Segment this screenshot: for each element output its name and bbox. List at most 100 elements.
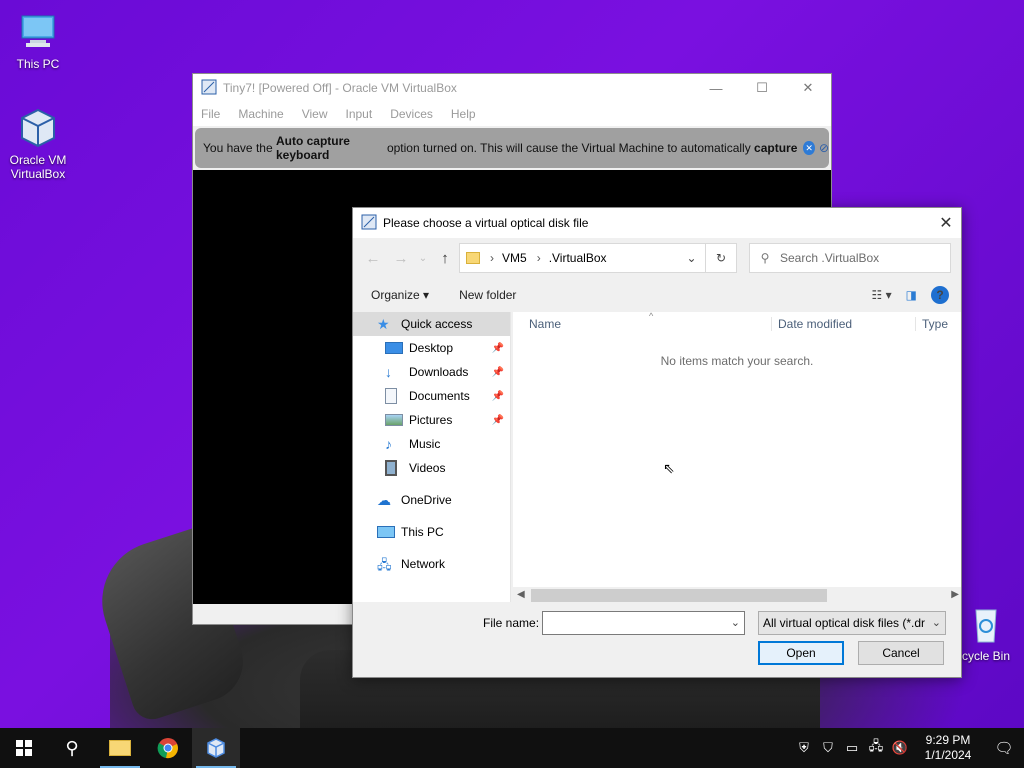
column-name-header[interactable]: Name ^ bbox=[513, 311, 771, 331]
menu-help[interactable]: Help bbox=[451, 107, 476, 121]
film-icon bbox=[385, 460, 397, 476]
column-label: Name bbox=[529, 316, 562, 331]
security-alert-icon[interactable]: ⛨ bbox=[792, 740, 816, 756]
menu-machine[interactable]: Machine bbox=[238, 107, 283, 121]
clock-time: 9:29 PM bbox=[925, 733, 971, 747]
volume-muted-icon[interactable]: 🔇 bbox=[888, 740, 912, 756]
file-list-pane[interactable]: Name ^ Date modified Type No items match… bbox=[513, 311, 961, 602]
pin-icon[interactable]: 📌 bbox=[492, 415, 504, 426]
taskbar-virtualbox[interactable] bbox=[192, 728, 240, 768]
pin-icon[interactable]: 📌 bbox=[492, 343, 504, 354]
address-bar[interactable]: › VM5 › .VirtualBox ⌄ ↻ bbox=[459, 243, 737, 273]
chevron-down-icon[interactable]: ⌄ bbox=[929, 616, 941, 629]
scroll-left-icon[interactable]: ◀ bbox=[517, 589, 525, 600]
chevron-down-icon[interactable]: ⌄ bbox=[731, 616, 740, 629]
taskbar-file-explorer[interactable] bbox=[96, 728, 144, 768]
notification-center-icon[interactable]: 🗨 bbox=[984, 739, 1024, 757]
chrome-icon bbox=[157, 738, 178, 759]
open-button[interactable]: Open bbox=[758, 641, 844, 665]
pin-icon[interactable]: 📌 bbox=[492, 391, 504, 402]
menu-devices[interactable]: Devices bbox=[390, 107, 433, 121]
monitor-icon bbox=[377, 526, 395, 538]
menu-input[interactable]: Input bbox=[346, 107, 373, 121]
info-close-icon[interactable]: ✕ bbox=[803, 141, 815, 155]
document-icon bbox=[385, 388, 397, 404]
start-button[interactable] bbox=[0, 728, 48, 768]
scroll-right-icon[interactable]: ▶ bbox=[951, 589, 959, 600]
breadcrumb-separator-icon: › bbox=[536, 251, 541, 265]
close-icon[interactable]: ✕ bbox=[931, 213, 961, 233]
nav-item-label: Downloads bbox=[409, 365, 469, 379]
mouse-cursor-icon: ⇖ bbox=[663, 460, 675, 476]
desktop-icon-virtualbox[interactable]: Oracle VM VirtualBox bbox=[0, 106, 76, 181]
dialog-title: Please choose a virtual optical disk fil… bbox=[383, 216, 589, 230]
breadcrumb-virtualbox[interactable]: .VirtualBox bbox=[549, 251, 607, 265]
nav-item-quick-access[interactable]: ★ Quick access bbox=[353, 312, 510, 336]
help-icon[interactable]: ? bbox=[931, 286, 949, 304]
nav-item-network[interactable]: 🖧 Network bbox=[353, 552, 510, 576]
chevron-down-icon[interactable]: ⌄ bbox=[678, 244, 706, 272]
sort-up-icon: ^ bbox=[649, 310, 654, 321]
file-name-label: File name: bbox=[483, 616, 540, 630]
taskbar-chrome[interactable] bbox=[144, 728, 192, 768]
nav-item-this-pc[interactable]: This PC bbox=[353, 520, 510, 544]
nav-item-label: Pictures bbox=[409, 413, 453, 427]
search-box[interactable]: ⚲ Search .VirtualBox bbox=[749, 243, 951, 273]
download-arrow-icon: ↓ bbox=[385, 364, 392, 380]
up-arrow-icon[interactable]: ↑ bbox=[431, 250, 459, 267]
virtualbox-icon bbox=[16, 106, 60, 150]
navigation-pane: ★ Quick access Desktop 📌 ↓ Downloads 📌 D… bbox=[353, 312, 511, 602]
forward-arrow-icon[interactable]: → bbox=[387, 250, 415, 267]
nav-item-music[interactable]: ♪ Music bbox=[353, 432, 510, 456]
nav-item-onedrive[interactable]: ☁ OneDrive bbox=[353, 488, 510, 512]
nav-item-label: Documents bbox=[409, 389, 470, 403]
desktop-icon-label: This PC bbox=[16, 57, 60, 71]
minimize-icon[interactable]: — bbox=[693, 74, 739, 102]
mouse-capture-icon[interactable]: ⊘ bbox=[819, 141, 829, 155]
nav-item-documents[interactable]: Documents 📌 bbox=[353, 384, 510, 408]
close-icon[interactable]: ✕ bbox=[785, 74, 831, 102]
organize-button[interactable]: Organize ▾ bbox=[371, 288, 429, 302]
notice-bold: Auto capture keyboard bbox=[275, 134, 350, 162]
auto-capture-notice: You have the Auto capture keyboard optio… bbox=[195, 128, 829, 168]
column-type-header[interactable]: Type bbox=[915, 316, 948, 331]
title-bar[interactable]: Tiny7! [Powered Off] - Oracle VM Virtual… bbox=[193, 74, 831, 102]
nav-item-desktop[interactable]: Desktop 📌 bbox=[353, 336, 510, 360]
breadcrumb-vm5[interactable]: VM5 bbox=[502, 251, 527, 265]
file-type-filter-value: All virtual optical disk files (*.dr bbox=[763, 616, 926, 630]
back-arrow-icon[interactable]: ← bbox=[359, 250, 387, 267]
system-tray: ⛨ ⛉ ▭ 🖧 🔇 9:29 PM 1/1/2024 🗨 bbox=[792, 733, 1024, 763]
cancel-button[interactable]: Cancel bbox=[858, 641, 944, 665]
menu-view[interactable]: View bbox=[302, 107, 328, 121]
nav-item-pictures[interactable]: Pictures 📌 bbox=[353, 408, 510, 432]
desktop-folder-icon bbox=[385, 342, 403, 354]
dialog-title-bar[interactable]: Please choose a virtual optical disk fil… bbox=[353, 208, 961, 238]
refresh-icon[interactable]: ↻ bbox=[706, 251, 736, 265]
empty-message: No items match your search. bbox=[660, 354, 814, 368]
menu-file[interactable]: File bbox=[201, 107, 220, 121]
horizontal-scrollbar[interactable]: ◀ ▶ bbox=[513, 587, 961, 604]
search-button[interactable]: ⚲ bbox=[48, 728, 96, 768]
nav-item-label: This PC bbox=[401, 525, 444, 539]
network-status-icon[interactable]: 🖧 bbox=[864, 737, 888, 759]
new-folder-button[interactable]: New folder bbox=[459, 288, 516, 302]
recent-locations-icon[interactable]: ⌄ bbox=[415, 253, 431, 264]
file-name-input[interactable]: ⌄ bbox=[542, 611, 745, 635]
maximize-icon[interactable]: ☐ bbox=[739, 74, 785, 102]
scroll-thumb[interactable] bbox=[531, 589, 827, 602]
nav-item-videos[interactable]: Videos bbox=[353, 456, 510, 480]
column-date-header[interactable]: Date modified bbox=[771, 316, 915, 331]
pin-icon[interactable]: 📌 bbox=[492, 367, 504, 378]
taskbar: ⚲ ⛨ ⛉ ▭ 🖧 🔇 9:29 PM 1/1/2024 🗨 bbox=[0, 728, 1024, 768]
windows-defender-icon[interactable]: ⛉ bbox=[816, 740, 840, 756]
cloud-icon: ☁ bbox=[377, 492, 391, 508]
battery-warning-icon[interactable]: ▭ bbox=[840, 740, 864, 756]
desktop-icon-this-pc[interactable]: This PC bbox=[0, 10, 76, 71]
preview-pane-icon[interactable]: ◨ bbox=[906, 288, 917, 302]
file-type-filter[interactable]: All virtual optical disk files (*.dr ⌄ bbox=[758, 611, 946, 635]
folder-icon bbox=[466, 252, 480, 264]
view-options-icon[interactable]: ☷ ▾ bbox=[872, 288, 892, 302]
clock[interactable]: 9:29 PM 1/1/2024 bbox=[912, 733, 984, 763]
nav-item-downloads[interactable]: ↓ Downloads 📌 bbox=[353, 360, 510, 384]
monitor-icon bbox=[16, 10, 60, 54]
